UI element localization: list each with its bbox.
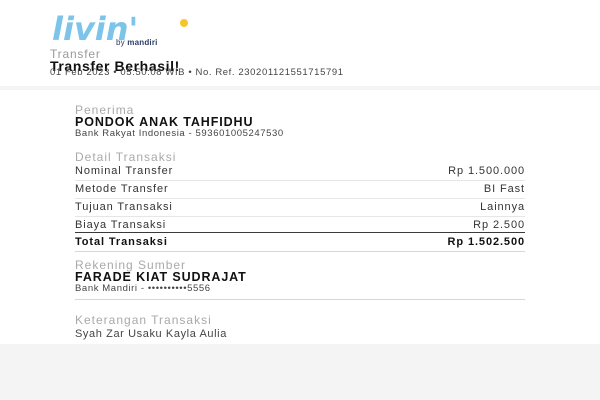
total-label: Total Transaksi <box>75 236 168 248</box>
section-divider <box>75 251 525 252</box>
row-nominal-transfer: Nominal Transfer Rp 1.500.000 <box>75 162 525 181</box>
row-value: BI Fast <box>483 183 525 195</box>
receipt-header: livin' by mandiri Transfer Transfer Berh… <box>0 0 600 86</box>
recipient-name: PONDOK ANAK TAHFIDHU <box>75 115 254 129</box>
source-account-number: Bank Mandiri - ••••••••••5556 <box>75 283 211 294</box>
logo-by-text: by <box>116 38 125 47</box>
row-transfer-method: Metode Transfer BI Fast <box>75 180 525 199</box>
row-value: Rp 2.500 <box>473 219 525 231</box>
row-transaction-purpose: Tujuan Transaksi Lainnya <box>75 198 525 217</box>
row-value: Rp 1.500.000 <box>448 165 525 177</box>
row-label: Tujuan Transaksi <box>75 201 173 213</box>
notes-label: Keterangan Transaksi <box>75 313 212 327</box>
logo-accent-dot <box>180 19 188 27</box>
row-total-transaction: Total Transaksi Rp 1.502.500 <box>75 233 525 251</box>
recipient-account: Bank Rakyat Indonesia - 593601005247530 <box>75 128 284 139</box>
row-label: Metode Transfer <box>75 183 169 195</box>
notes-text: Syah Zar Usaku Kayla Aulia <box>75 328 227 340</box>
row-value: Lainnya <box>480 201 525 213</box>
source-account-name: FARADE KIAT SUDRAJAT <box>75 270 247 284</box>
section-divider <box>75 299 525 300</box>
logo-byline: by mandiri <box>116 38 158 47</box>
receipt-card: Penerima PONDOK ANAK TAHFIDHU Bank Rakya… <box>0 90 600 344</box>
total-value: Rp 1.502.500 <box>447 236 525 248</box>
row-label: Biaya Transaksi <box>75 219 167 231</box>
row-label: Nominal Transfer <box>75 165 174 177</box>
logo-bank-text: mandiri <box>127 38 158 47</box>
transaction-meta: 01 Feb 2023 • 05:50:08 WIB • No. Ref. 23… <box>50 67 344 78</box>
